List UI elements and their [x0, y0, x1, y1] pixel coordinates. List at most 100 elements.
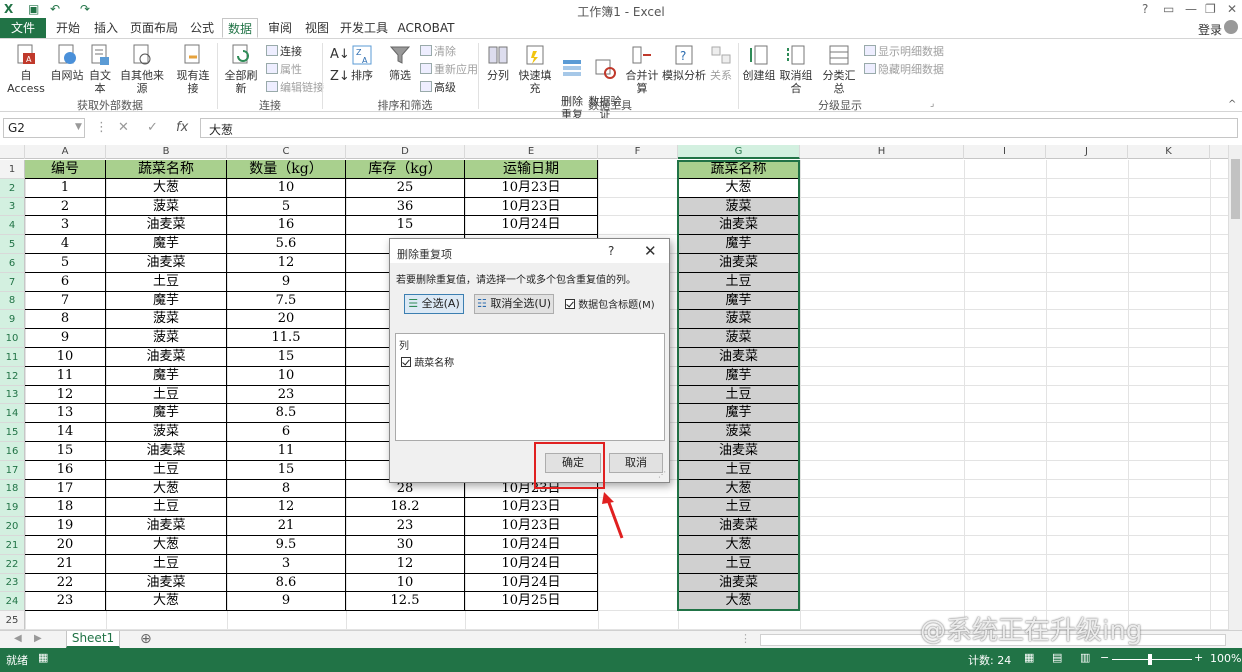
row-header[interactable]: 20: [0, 517, 25, 536]
table-cell[interactable]: 3: [25, 216, 106, 235]
table-header-cell[interactable]: 蔬菜名称: [106, 160, 227, 179]
table-cell[interactable]: 魔芋: [106, 404, 227, 423]
show-detail-button[interactable]: 显示明细数据: [864, 43, 944, 59]
column-header-b[interactable]: B: [106, 145, 227, 159]
row-header[interactable]: 19: [0, 498, 25, 517]
sheet-tab-sheet1[interactable]: Sheet1: [66, 631, 120, 648]
table-cell[interactable]: 油麦菜: [678, 517, 800, 536]
table-cell[interactable]: 魔芋: [106, 367, 227, 386]
table-cell[interactable]: 6: [25, 273, 106, 292]
table-cell[interactable]: 10: [346, 574, 465, 592]
row-header[interactable]: 25: [0, 611, 25, 630]
table-cell[interactable]: 菠菜: [106, 329, 227, 348]
help-icon[interactable]: ?: [1142, 2, 1148, 16]
row-header[interactable]: 12: [0, 367, 25, 386]
column-header-h[interactable]: H: [800, 145, 964, 159]
table-header-cell[interactable]: 库存（kg）: [346, 160, 465, 179]
sign-in-link[interactable]: 登录: [1198, 21, 1222, 38]
table-header-cell[interactable]: 蔬菜名称: [678, 160, 800, 179]
table-cell[interactable]: 菠菜: [678, 310, 800, 329]
cancel-entry-icon[interactable]: ✕: [118, 120, 129, 135]
table-cell[interactable]: 油麦菜: [678, 574, 800, 592]
name-box-dropdown-icon[interactable]: ▼: [75, 122, 82, 132]
row-header[interactable]: 13: [0, 386, 25, 404]
zoom-in-icon[interactable]: +: [1194, 651, 1203, 664]
column-header-c[interactable]: C: [227, 145, 346, 159]
table-cell[interactable]: 9: [227, 273, 346, 292]
row-header[interactable]: 2: [0, 179, 25, 198]
table-cell[interactable]: 10月23日: [465, 198, 598, 216]
table-cell[interactable]: 10月23日: [465, 179, 598, 198]
table-cell[interactable]: 土豆: [678, 498, 800, 517]
table-cell[interactable]: 10: [227, 179, 346, 198]
table-cell[interactable]: 土豆: [678, 555, 800, 574]
edit-links-button[interactable]: 编辑链接: [266, 79, 324, 95]
table-cell[interactable]: 12: [227, 498, 346, 517]
table-cell[interactable]: 8.5: [227, 404, 346, 423]
table-cell[interactable]: 3: [227, 555, 346, 574]
row-header[interactable]: 21: [0, 536, 25, 555]
table-cell[interactable]: 菠菜: [106, 423, 227, 442]
table-cell[interactable]: 5: [227, 198, 346, 216]
zoom-slider[interactable]: [1112, 659, 1192, 660]
table-cell[interactable]: 土豆: [678, 273, 800, 292]
from-other-sources-button[interactable]: 自其他来源: [116, 43, 168, 95]
table-cell[interactable]: 8.6: [227, 574, 346, 592]
macro-record-icon[interactable]: ▦: [38, 651, 48, 664]
table-cell[interactable]: 21: [25, 555, 106, 574]
group-button[interactable]: 创建组: [742, 43, 776, 82]
table-cell[interactable]: 8: [227, 480, 346, 498]
table-cell[interactable]: 20: [25, 536, 106, 555]
row-header[interactable]: 18: [0, 480, 25, 498]
table-cell[interactable]: 15: [346, 216, 465, 235]
confirm-entry-icon[interactable]: ✓: [147, 120, 158, 135]
table-cell[interactable]: 15: [227, 461, 346, 480]
collapse-ribbon-icon[interactable]: ^: [1228, 99, 1236, 110]
row-header[interactable]: 17: [0, 461, 25, 480]
table-header-cell[interactable]: 运输日期: [465, 160, 598, 179]
tab-home[interactable]: 开始: [52, 18, 84, 38]
row-header[interactable]: 11: [0, 348, 25, 367]
table-cell[interactable]: 17: [25, 480, 106, 498]
flash-fill-button[interactable]: 快速填充: [514, 43, 556, 95]
table-cell[interactable]: 10月23日: [465, 498, 598, 517]
add-sheet-icon[interactable]: ⊕: [140, 631, 152, 647]
tab-formulas[interactable]: 公式: [186, 18, 218, 38]
column-header-d[interactable]: D: [346, 145, 465, 159]
table-cell[interactable]: 菠菜: [106, 198, 227, 216]
tab-review[interactable]: 审阅: [264, 18, 296, 38]
table-cell[interactable]: 魔芋: [678, 235, 800, 254]
table-cell[interactable]: 18: [25, 498, 106, 517]
zoom-out-icon[interactable]: −: [1100, 651, 1109, 664]
row-header[interactable]: 14: [0, 404, 25, 423]
subtotal-button[interactable]: 分类汇总: [818, 43, 860, 95]
table-cell[interactable]: 土豆: [678, 461, 800, 480]
advanced-filter-button[interactable]: 高级: [420, 79, 456, 95]
hide-detail-button[interactable]: 隐藏明细数据: [864, 61, 944, 77]
table-cell[interactable]: 大葱: [678, 536, 800, 555]
table-cell[interactable]: 7: [25, 292, 106, 310]
table-cell[interactable]: 30: [346, 536, 465, 555]
table-cell[interactable]: 油麦菜: [106, 442, 227, 461]
tab-view[interactable]: 视图: [301, 18, 333, 38]
table-cell[interactable]: 大葱: [106, 179, 227, 198]
reapply-button[interactable]: 重新应用: [420, 61, 478, 77]
row-header[interactable]: 22: [0, 555, 25, 574]
table-cell[interactable]: 油麦菜: [678, 216, 800, 235]
table-cell[interactable]: 11: [25, 367, 106, 386]
table-cell[interactable]: 11.5: [227, 329, 346, 348]
table-cell[interactable]: 10月25日: [465, 592, 598, 611]
tab-developer[interactable]: 开发工具: [338, 18, 390, 38]
table-cell[interactable]: 18.2: [346, 498, 465, 517]
page-break-view-icon[interactable]: ▥: [1080, 651, 1090, 664]
table-cell[interactable]: 16: [227, 216, 346, 235]
insert-function-icon[interactable]: fx: [176, 120, 188, 135]
table-cell[interactable]: 油麦菜: [106, 216, 227, 235]
formula-input[interactable]: 大葱: [200, 118, 1238, 138]
table-cell[interactable]: 10月24日: [465, 574, 598, 592]
table-cell[interactable]: 13: [25, 404, 106, 423]
ribbon-display-icon[interactable]: ▭: [1163, 2, 1174, 16]
table-cell[interactable]: 20: [227, 310, 346, 329]
table-cell[interactable]: 16: [25, 461, 106, 480]
row-header[interactable]: 3: [0, 198, 25, 216]
